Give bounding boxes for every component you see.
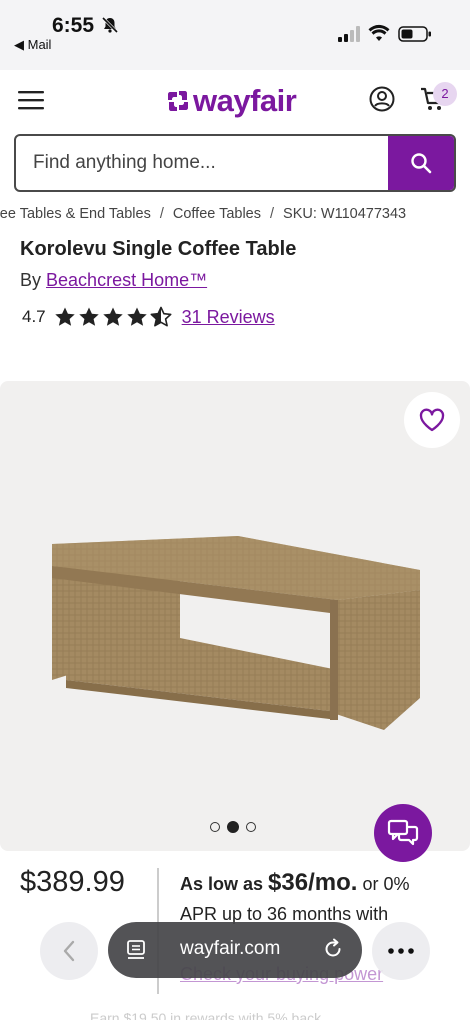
- site-header: wayfair 2: [0, 70, 470, 132]
- gallery-pagination: [210, 821, 256, 833]
- as-low-as-label: As low as: [180, 874, 264, 894]
- status-time: 6:55: [52, 14, 95, 37]
- browser-back-button[interactable]: [40, 922, 98, 980]
- gallery-dot-active[interactable]: [227, 821, 239, 833]
- url-text[interactable]: wayfair.com: [180, 938, 280, 960]
- star-full-icon: [102, 307, 123, 326]
- search-input[interactable]: [16, 136, 390, 190]
- reviews-link[interactable]: 31 Reviews: [182, 307, 275, 328]
- wayfair-pinwheel-icon: [168, 91, 188, 111]
- battery-icon: [398, 26, 431, 42]
- account-icon[interactable]: [369, 86, 395, 112]
- gallery-dot[interactable]: [210, 822, 220, 832]
- ellipsis-icon: [388, 948, 414, 954]
- breadcrumb: ffee Tables & End Tables / Coffee Tables / S…: [0, 206, 470, 226]
- search-icon: [411, 153, 432, 174]
- product-price: $389.99: [20, 866, 125, 898]
- cellular-signal-icon: [338, 26, 360, 42]
- wayfair-logo[interactable]: wayfair: [166, 83, 297, 118]
- wifi-icon: [368, 24, 390, 41]
- breadcrumb-coffee-tables[interactable]: Coffee Tables: [173, 206, 261, 222]
- status-bar: 6:55 ◀ Mail: [0, 0, 470, 70]
- heart-icon: [419, 408, 445, 432]
- back-to-app-link[interactable]: ◀ Mail: [14, 37, 51, 53]
- cart-count-badge[interactable]: 2: [433, 82, 457, 106]
- breadcrumb-sku: SKU: W110477343: [283, 206, 407, 222]
- product-brand-line: By Beachcrest Home™: [20, 270, 207, 291]
- favorite-button[interactable]: [404, 392, 460, 448]
- rating-row: 4.7 31 Reviews: [22, 304, 275, 330]
- hamburger-menu-icon[interactable]: [18, 90, 44, 110]
- breadcrumb-separator: /: [159, 206, 164, 222]
- more-options-button[interactable]: [372, 922, 430, 980]
- search-button[interactable]: [388, 136, 454, 190]
- logo-wordmark: wayfair: [193, 83, 297, 118]
- rating-value: 4.7: [22, 307, 46, 326]
- page-menu-icon[interactable]: [126, 939, 146, 961]
- breadcrumb-coffee-end-tables[interactable]: ffee Tables & End Tables: [0, 206, 151, 222]
- apr-text: or 0%: [362, 874, 410, 894]
- brand-link[interactable]: Beachcrest Home™: [46, 270, 207, 290]
- star-rating: [54, 306, 172, 328]
- chat-bubbles-icon: [387, 819, 419, 846]
- by-prefix: By: [20, 270, 42, 290]
- star-partial-icon: [150, 306, 172, 327]
- gallery-dot[interactable]: [246, 822, 256, 832]
- breadcrumb-separator: /: [270, 206, 275, 222]
- bell-muted-icon: [101, 16, 119, 34]
- product-image: [52, 536, 420, 730]
- rewards-line: Earn $19.50 in rewards with 5% back: [90, 1010, 322, 1020]
- product-title: Korolevu Single Coffee Table: [20, 238, 297, 260]
- star-full-icon: [54, 307, 75, 326]
- star-full-icon: [78, 307, 99, 326]
- monthly-price: $36/mo.: [268, 869, 358, 896]
- chat-button[interactable]: [374, 804, 432, 862]
- reload-icon[interactable]: [322, 938, 344, 960]
- star-full-icon: [126, 307, 147, 326]
- search-bar: [14, 134, 456, 192]
- chevron-left-icon: [63, 940, 75, 962]
- address-bar[interactable]: wayfair.com: [108, 922, 362, 978]
